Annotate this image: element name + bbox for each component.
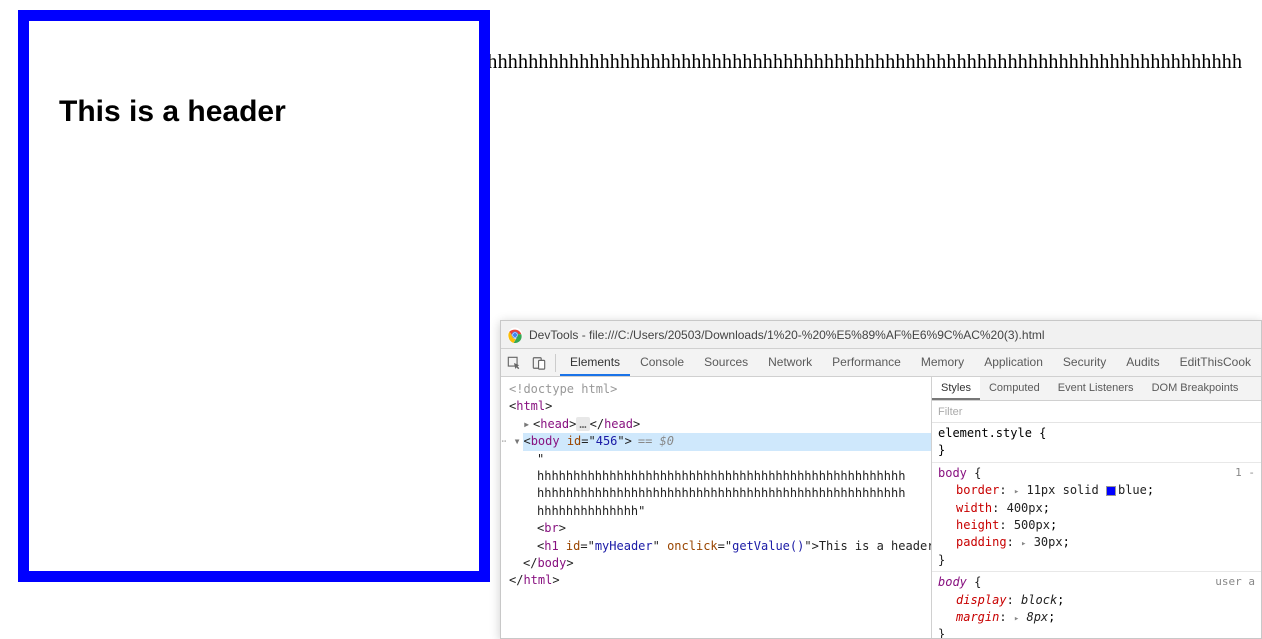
tab-audits[interactable]: Audits: [1116, 349, 1169, 376]
body-text-line: hhhhhhhhhhhhhhhhhhhhhhhhhhhhhhhhhhhhhhhh…: [509, 468, 909, 520]
rule-body-ua[interactable]: user a body { display: block; margin: ▸ …: [932, 572, 1261, 638]
styles-body[interactable]: element.style { } 1 - body { border: ▸ 1…: [932, 423, 1261, 638]
styles-tab-styles[interactable]: Styles: [932, 377, 980, 400]
devtools-titlebar: DevTools - file:///C:/Users/20503/Downlo…: [501, 321, 1261, 349]
tab-performance[interactable]: Performance: [822, 349, 911, 376]
styles-tabs: Styles Computed Event Listeners DOM Brea…: [932, 377, 1261, 401]
devtools-title: DevTools - file:///C:/Users/20503/Downlo…: [529, 328, 1045, 342]
rule-element-style[interactable]: element.style { }: [932, 423, 1261, 463]
devtools-body: <!doctype html> <html> ▸<head>…</head> ⋯…: [501, 377, 1261, 638]
rule-source[interactable]: 1 -: [1235, 465, 1255, 481]
rule-body-author[interactable]: 1 - body { border: ▸ 11px solid blue; wi…: [932, 463, 1261, 572]
tab-console[interactable]: Console: [630, 349, 694, 376]
body-close-line[interactable]: </body>: [509, 555, 931, 572]
tab-network[interactable]: Network: [758, 349, 822, 376]
devtools-main-tabs: Elements Console Sources Network Perform…: [560, 349, 1261, 376]
styles-tab-eventlisteners[interactable]: Event Listeners: [1049, 377, 1143, 400]
styles-tab-dombreakpoints[interactable]: DOM Breakpoints: [1143, 377, 1248, 400]
tab-editthiscookie[interactable]: EditThisCook: [1170, 349, 1261, 376]
styles-panel: Styles Computed Event Listeners DOM Brea…: [931, 377, 1261, 638]
tab-application[interactable]: Application: [974, 349, 1053, 376]
inspect-icon[interactable]: [501, 356, 526, 370]
rule-source[interactable]: user a: [1215, 574, 1255, 590]
tab-memory[interactable]: Memory: [911, 349, 974, 376]
styles-filter[interactable]: Filter: [932, 401, 1261, 423]
tab-sources[interactable]: Sources: [694, 349, 758, 376]
toolbar-divider: [555, 354, 556, 372]
html-close-line[interactable]: </html>: [509, 572, 931, 589]
tab-security[interactable]: Security: [1053, 349, 1116, 376]
devtools-window: DevTools - file:///C:/Users/20503/Downlo…: [500, 320, 1262, 639]
body-quote-line: ": [509, 451, 931, 468]
device-icon[interactable]: [526, 356, 551, 370]
styles-tab-computed[interactable]: Computed: [980, 377, 1049, 400]
body-open-line[interactable]: ⋯ ▾<body id="456">== $0: [509, 433, 931, 450]
html-open-line[interactable]: <html>: [509, 398, 931, 415]
doctype-line: <!doctype html>: [509, 381, 931, 398]
tab-elements[interactable]: Elements: [560, 349, 630, 376]
chrome-icon: [507, 327, 523, 343]
page-header[interactable]: This is a header: [59, 95, 286, 129]
devtools-toolbar: Elements Console Sources Network Perform…: [501, 349, 1261, 377]
h1-line[interactable]: <h1 id="myHeader" onclick="getValue()">T…: [509, 538, 931, 555]
br-line[interactable]: <br>: [509, 520, 931, 537]
head-line[interactable]: ▸<head>…</head>: [509, 416, 931, 433]
color-swatch-blue[interactable]: [1106, 486, 1116, 496]
elements-panel[interactable]: <!doctype html> <html> ▸<head>…</head> ⋯…: [501, 377, 931, 638]
